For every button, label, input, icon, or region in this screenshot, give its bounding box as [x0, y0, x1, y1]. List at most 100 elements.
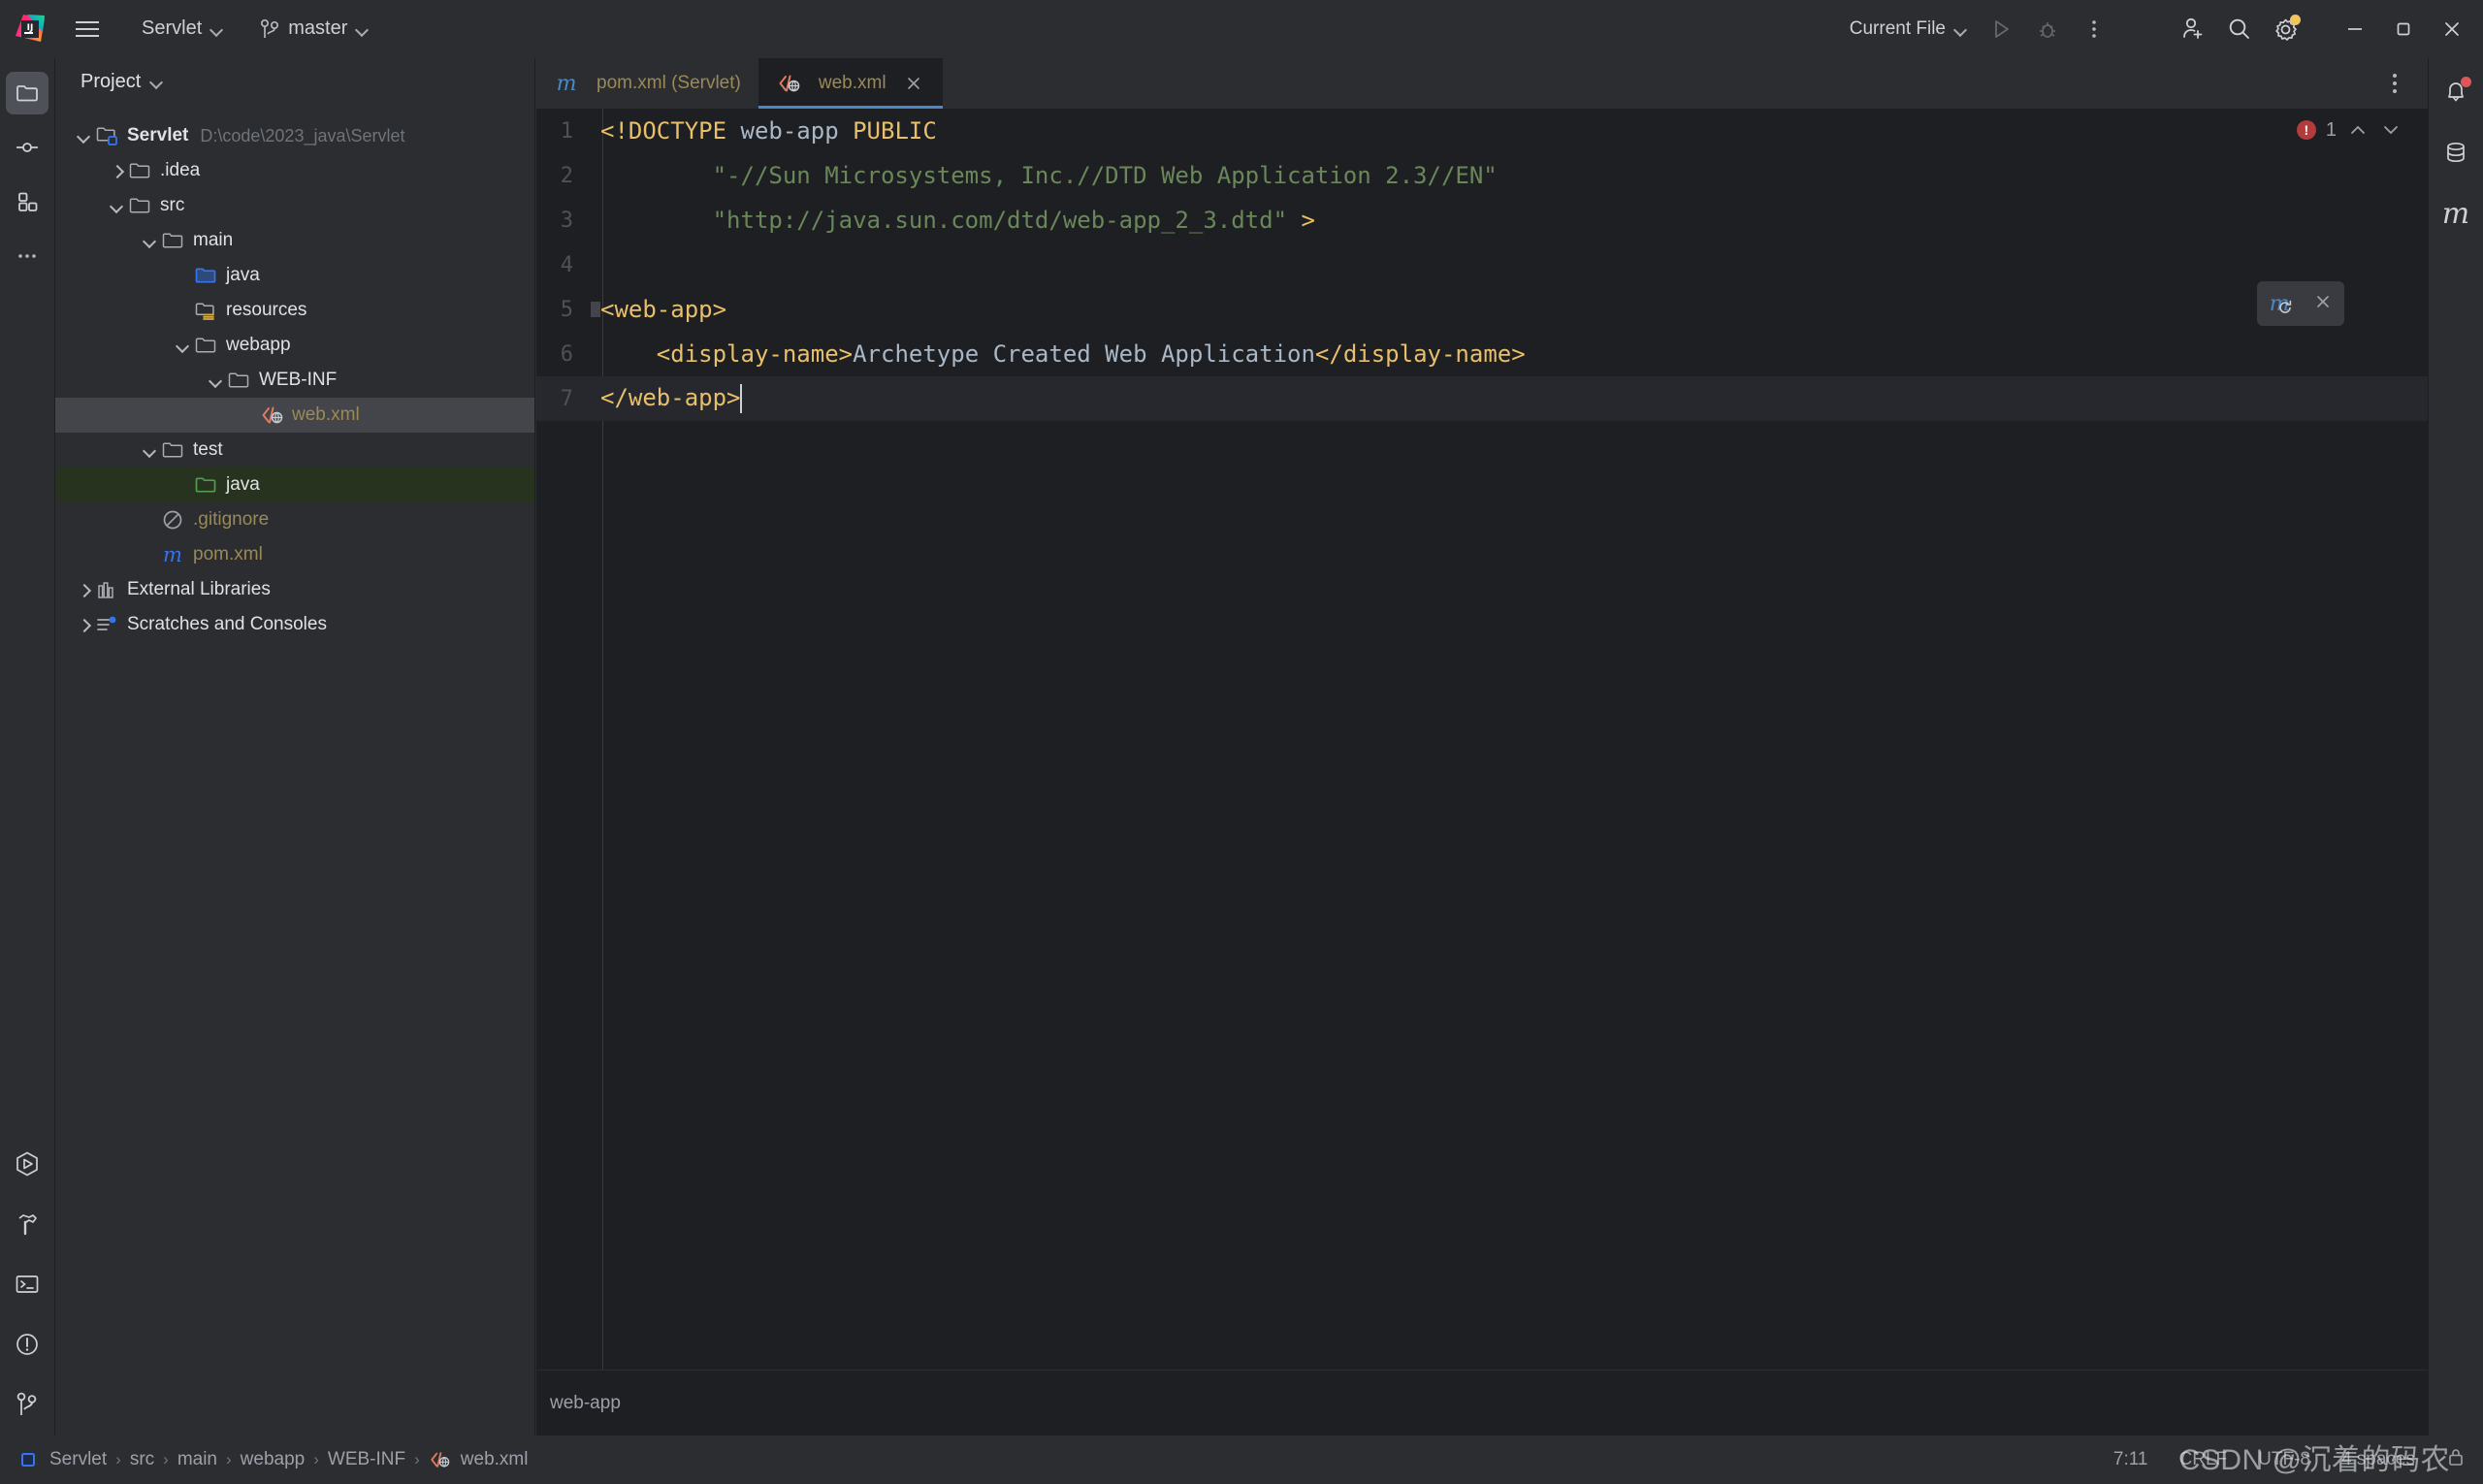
tab-web-xml[interactable]: web.xml	[758, 58, 943, 109]
search-icon[interactable]	[2217, 7, 2262, 51]
code-line[interactable]: 3 "http://java.sun.com/dtd/web-app_2_3.d…	[536, 198, 2428, 242]
code-line[interactable]: 5 <web-app>	[536, 287, 2428, 332]
minimize-icon[interactable]	[2332, 7, 2378, 51]
tree-item-pomxml[interactable]: m pom.xml	[55, 537, 534, 572]
code-line[interactable]: 1 <!DOCTYPE web-app PUBLIC	[536, 109, 2428, 153]
sidebar-item-run[interactable]	[6, 1143, 48, 1185]
tree-item-webxml[interactable]: web.xml	[55, 398, 534, 433]
chevron-right-icon[interactable]	[73, 607, 94, 642]
tree-item-webapp[interactable]: webapp	[55, 328, 534, 363]
code-line[interactable]: 7 </web-app>	[536, 376, 2428, 421]
code-line[interactable]: 2 "-//Sun Microsystems, Inc.//DTD Web Ap…	[536, 153, 2428, 198]
tree-item-resources[interactable]: resources	[55, 293, 534, 328]
chevron-down-icon	[210, 25, 223, 33]
sidebar-item-terminal[interactable]	[6, 1263, 48, 1306]
tree-item-test[interactable]: test	[55, 433, 534, 468]
breadcrumb-separator: ›	[163, 1450, 169, 1468]
code-line[interactable]: 6 <display-name>Archetype Created Web Ap…	[536, 332, 2428, 376]
tree-item-test-java[interactable]: java	[55, 468, 534, 502]
run-configuration-selector[interactable]: Current File	[1840, 14, 1977, 45]
status-breadcrumb-item[interactable]: webapp	[241, 1449, 306, 1470]
line-separator[interactable]: CRLF	[2179, 1449, 2228, 1470]
settings-badge	[2290, 14, 2301, 25]
tree-item-label: web.xml	[292, 404, 360, 425]
gear-icon[interactable]	[2264, 7, 2308, 51]
chevron-down-icon[interactable]	[205, 363, 226, 398]
notification-badge	[2461, 77, 2471, 87]
status-breadcrumb-item[interactable]: src	[130, 1449, 154, 1470]
tree-item-extlibs[interactable]: External Libraries	[55, 572, 534, 607]
chevron-down-icon[interactable]	[106, 188, 127, 223]
status-breadcrumb-label: Servlet	[49, 1449, 108, 1469]
status-bar-right: 7:11 CRLF UTF-8 4 spaces	[2113, 1446, 2466, 1473]
sidebar-item-build[interactable]	[6, 1203, 48, 1245]
close-icon[interactable]	[902, 72, 925, 95]
tree-item-label: WEB-INF	[259, 370, 338, 390]
chevron-down-icon[interactable]	[172, 328, 193, 363]
project-selector[interactable]: Servlet	[132, 13, 233, 45]
tree-item-servlet[interactable]: Servlet D:\code\2023_java\Servlet	[55, 118, 534, 153]
tab-label: web.xml	[818, 73, 887, 93]
maven-m-icon[interactable]: m	[2435, 192, 2477, 235]
status-breadcrumb-item[interactable]: web.xml	[429, 1449, 528, 1470]
debug-button[interactable]	[2025, 7, 2070, 51]
tree-item-main[interactable]: main	[55, 223, 534, 258]
chevron-down-icon	[356, 25, 369, 33]
status-breadcrumb-item[interactable]: main	[177, 1449, 217, 1470]
sidebar-item-project[interactable]	[6, 72, 48, 114]
project-panel-title: Project	[81, 70, 142, 92]
more-vertical-icon[interactable]	[2072, 7, 2116, 51]
maven-reload-icon[interactable]: m	[2270, 292, 2291, 316]
code-line[interactable]: 4	[536, 242, 2428, 287]
hamburger-menu-icon[interactable]	[70, 12, 105, 47]
more-vertical-icon[interactable]	[2375, 64, 2414, 103]
run-button[interactable]	[1979, 7, 2023, 51]
inspection-status[interactable]: ! 1	[2296, 118, 2402, 142]
sidebar-item-more[interactable]	[6, 235, 48, 277]
chevron-down-icon[interactable]	[139, 223, 160, 258]
tree-item-webinf[interactable]: WEB-INF	[55, 363, 534, 398]
breadcrumb-separator: ›	[226, 1450, 232, 1468]
tree-item-src[interactable]: src	[55, 188, 534, 223]
previous-problem-icon[interactable]	[2346, 118, 2370, 142]
chevron-right-icon[interactable]	[73, 572, 94, 607]
tree-item-idea[interactable]: .idea	[55, 153, 534, 188]
code-token: </web-app>	[600, 384, 741, 411]
status-breadcrumb-item[interactable]: WEB-INF	[328, 1449, 405, 1470]
chevron-down-icon[interactable]	[139, 433, 160, 468]
file-encoding[interactable]: UTF-8	[2258, 1449, 2310, 1470]
caret-position[interactable]: 7:11	[2113, 1449, 2148, 1470]
status-breadcrumb-item[interactable]: Servlet	[17, 1449, 107, 1470]
tree-item-main-java[interactable]: java	[55, 258, 534, 293]
tree-item-gitignore[interactable]: .gitignore	[55, 502, 534, 537]
notifications-bell-icon[interactable]	[2435, 72, 2477, 114]
next-problem-icon[interactable]	[2379, 118, 2402, 142]
sidebar-item-structure[interactable]	[6, 180, 48, 223]
breadcrumb[interactable]: web-app	[550, 1393, 621, 1414]
database-icon[interactable]	[2435, 132, 2477, 175]
chevron-down-icon[interactable]	[150, 78, 163, 85]
title-bar: IJ Servlet master Current File	[0, 0, 2483, 58]
chevron-right-icon[interactable]	[106, 153, 127, 188]
close-icon[interactable]	[2429, 7, 2475, 51]
code-editor[interactable]: 1 <!DOCTYPE web-app PUBLIC 2 "-//Sun Micro…	[536, 109, 2428, 1370]
tree-item-scratches[interactable]: Scratches and Consoles	[55, 607, 534, 642]
line-number: 2	[560, 163, 573, 188]
xml-file-icon	[259, 403, 284, 428]
maximize-icon[interactable]	[2380, 7, 2427, 51]
branch-selector[interactable]: master	[250, 13, 378, 45]
indent-setting[interactable]: 4 spaces	[2341, 1449, 2415, 1470]
branch-name-label: master	[288, 17, 348, 39]
lock-icon[interactable]	[2446, 1446, 2466, 1473]
add-account-icon[interactable]	[2171, 7, 2215, 51]
sidebar-item-version-control[interactable]	[6, 1383, 48, 1426]
close-icon[interactable]	[2314, 293, 2332, 315]
sidebar-item-commit[interactable]	[6, 126, 48, 169]
sidebar-item-problems[interactable]	[6, 1323, 48, 1366]
tab-pom-xml[interactable]: m pom.xml (Servlet)	[536, 58, 758, 109]
code-fold-marker[interactable]	[591, 302, 600, 317]
chevron-down-icon[interactable]	[73, 118, 94, 153]
status-breadcrumb-label: src	[129, 1449, 155, 1469]
